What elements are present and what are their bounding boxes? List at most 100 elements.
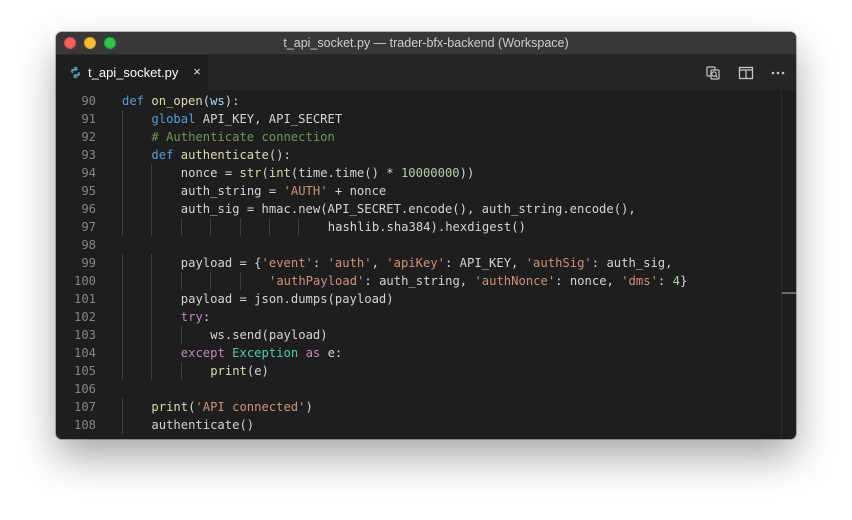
- line-number: 107: [73, 400, 96, 414]
- code-line[interactable]: 92 # Authenticate connection: [56, 128, 782, 146]
- code-token: :: [312, 256, 328, 270]
- code-line[interactable]: 91 global API_KEY, API_SECRET: [56, 110, 782, 128]
- line-number: 99: [81, 256, 96, 270]
- code-token: API_KEY, API_SECRET: [195, 112, 343, 126]
- code-line[interactable]: 90 def on_open(ws):: [56, 92, 782, 110]
- indent-guide: [122, 416, 123, 434]
- code-line[interactable]: 106: [56, 380, 782, 398]
- code-line[interactable]: 100 'authPayload': auth_string, 'authNonc…: [56, 272, 782, 290]
- code-token: (: [261, 166, 269, 180]
- window-title: t_api_socket.py — trader-bfx-backend (Wo…: [283, 36, 569, 50]
- line-number: 104: [73, 346, 96, 360]
- code-line[interactable]: 95 auth_string = 'AUTH' + nonce: [56, 182, 782, 200]
- split-editor-icon[interactable]: [737, 64, 755, 82]
- indent-guide: [122, 164, 123, 182]
- indent-guide: [151, 164, 153, 182]
- line-number: 90: [81, 94, 96, 108]
- code-token: str: [239, 166, 262, 180]
- indent-guide: [151, 344, 153, 362]
- code-token: ,: [371, 256, 387, 270]
- code-token: auth_sig = hmac.new(API_SECRET.encode(),…: [180, 202, 636, 216]
- indent-guide: [122, 200, 123, 218]
- code-token: 'authPayload': [269, 274, 365, 288]
- code-token: authenticate(): [151, 418, 255, 432]
- code-text: auth_sig = hmac.new(API_SECRET.encode(),…: [181, 200, 636, 218]
- code-line[interactable]: 108 authenticate(): [56, 416, 782, 434]
- code-text: print(e): [210, 362, 269, 380]
- line-number: 96: [81, 202, 96, 216]
- code-text: global API_KEY, API_SECRET: [151, 110, 342, 128]
- open-changes-icon[interactable]: [704, 64, 722, 82]
- code-token: 'API connected': [195, 400, 306, 414]
- code-token: as: [305, 346, 321, 360]
- code-token: e:: [320, 346, 343, 360]
- code-token: 'event': [261, 256, 313, 270]
- indent-guide: [210, 218, 212, 236]
- indent-guide: [122, 308, 123, 326]
- indent-guide: [151, 218, 153, 236]
- code-token: payload = json.dumps(payload): [180, 292, 394, 306]
- editor-window: t_api_socket.py — trader-bfx-backend (Wo…: [56, 32, 796, 439]
- code-token: ):: [224, 94, 240, 108]
- more-actions-icon[interactable]: [769, 64, 787, 82]
- code-token: nonce =: [180, 166, 240, 180]
- python-icon: [71, 66, 80, 79]
- title-bar[interactable]: t_api_socket.py — trader-bfx-backend (Wo…: [56, 32, 796, 55]
- code-token: )): [459, 166, 475, 180]
- code-token: 'auth': [327, 256, 372, 270]
- code-line[interactable]: 96 auth_sig = hmac.new(API_SECRET.encode(…: [56, 200, 782, 218]
- code-line[interactable]: 103 ws.send(payload): [56, 326, 782, 344]
- code-token: :: [202, 310, 211, 324]
- indent-guide: [151, 362, 153, 380]
- indent-guide: [122, 362, 123, 380]
- code-line[interactable]: 94 nonce = str(int(time.time() * 10000000…: [56, 164, 782, 182]
- line-number: 98: [81, 238, 96, 252]
- code-token: 4: [672, 274, 680, 288]
- code-line[interactable]: 107 print('API connected'): [56, 398, 782, 416]
- code-token: ():: [268, 148, 291, 162]
- code-token: + nonce: [327, 184, 387, 198]
- line-number: 93: [81, 148, 96, 162]
- code-token: int: [268, 166, 291, 180]
- code-token: : auth_sig,: [591, 256, 673, 270]
- vertical-scrollbar[interactable]: [781, 90, 796, 439]
- code-text: # Authenticate connection: [151, 128, 334, 146]
- code-line[interactable]: 104 except Exception as e:: [56, 344, 782, 362]
- indent-guide: [269, 218, 270, 236]
- indent-guide: [122, 128, 123, 146]
- code-text: ws.send(payload): [210, 326, 327, 344]
- line-number: 105: [73, 364, 96, 378]
- indent-guide: [122, 146, 123, 164]
- code-token: global: [151, 112, 196, 126]
- indent-guide: [239, 218, 241, 236]
- indent-guide: [151, 254, 153, 272]
- code-line[interactable]: 101 payload = json.dumps(payload): [56, 290, 782, 308]
- tab-t-api-socket[interactable]: t_api_socket.py ×: [56, 55, 208, 90]
- code-token: # Authenticate connection: [151, 130, 335, 144]
- overview-ruler-mark: [782, 292, 796, 294]
- indent-guide: [180, 362, 182, 380]
- code-token: except: [180, 346, 225, 360]
- code-editor[interactable]: 90 def on_open(ws): 91 global API_KEY, API_…: [56, 90, 796, 439]
- indent-guide: [151, 308, 153, 326]
- code-line[interactable]: 98: [56, 236, 782, 254]
- code-text: def authenticate():: [151, 146, 290, 164]
- code-text: nonce = str(int(time.time() * 10000000)): [181, 164, 475, 182]
- code-text: def on_open(ws):: [122, 92, 239, 110]
- line-number: 100: [73, 274, 96, 288]
- code-line[interactable]: 93 def authenticate():: [56, 146, 782, 164]
- code-line[interactable]: 102 try:: [56, 308, 782, 326]
- code-token: Exception: [232, 346, 299, 360]
- code-line[interactable]: 99 payload = {'event': 'auth', 'apiKey': …: [56, 254, 782, 272]
- code-token: print: [151, 400, 189, 414]
- code-line[interactable]: 105 print(e): [56, 362, 782, 380]
- indent-guide: [180, 326, 182, 344]
- code-line[interactable]: 97 hashlib.sha384).hexdigest(): [56, 218, 782, 236]
- line-number: 95: [81, 184, 96, 198]
- tab-close-icon[interactable]: ×: [191, 64, 203, 80]
- indent-guide: [151, 326, 153, 344]
- code-token: try: [180, 310, 203, 324]
- line-number: 94: [81, 166, 96, 180]
- code-token: 'AUTH': [283, 184, 328, 198]
